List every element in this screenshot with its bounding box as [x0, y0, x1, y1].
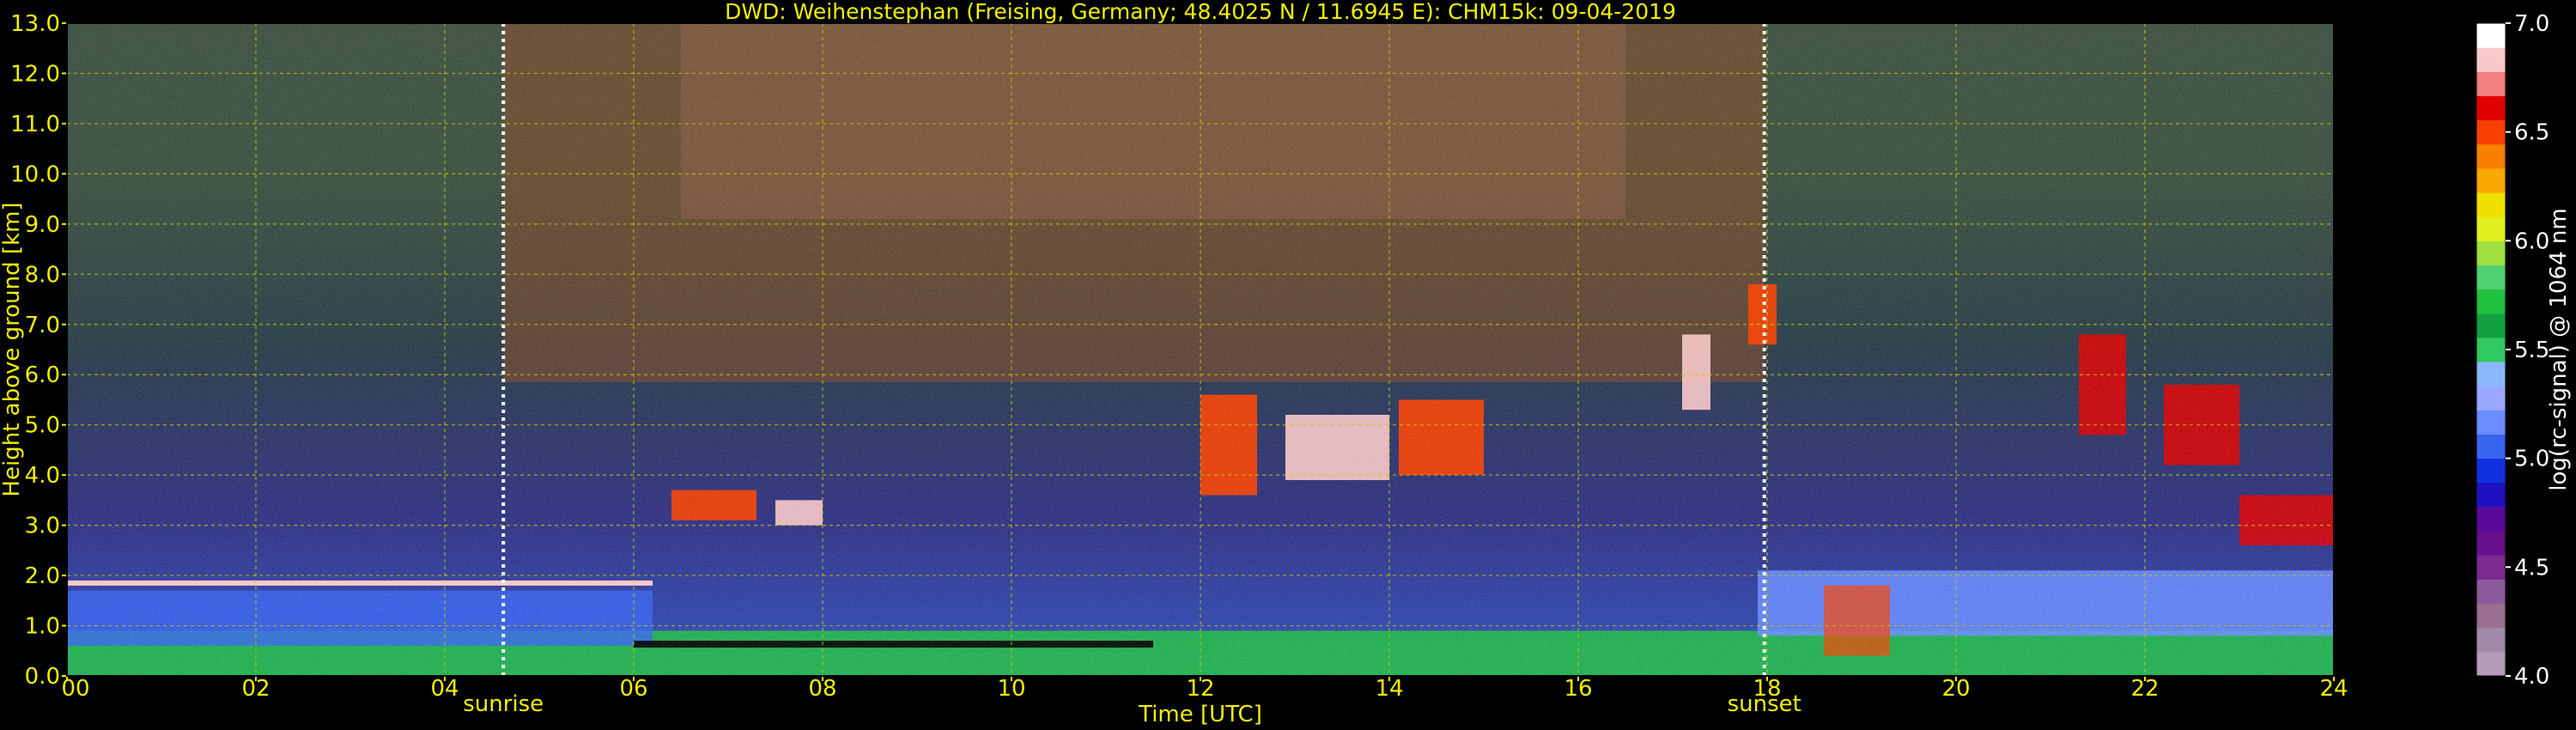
x-axis: 00 02 04 06 08 10 12 14 16 18 20 22 24	[61, 676, 2348, 702]
colorbar-segment	[2476, 216, 2506, 241]
colorbar-segment	[2476, 410, 2506, 435]
sunrise-label: sunrise	[463, 691, 544, 717]
colorbar-segment	[2476, 506, 2506, 532]
y-tick-label: 6.0	[25, 362, 60, 388]
y-axis-label: Height above ground [km]	[0, 202, 25, 496]
y-tick-label: 3.0	[25, 514, 60, 539]
colorbar-segment	[2476, 386, 2506, 411]
x-tick-label: 16	[1564, 676, 1592, 702]
y-tick-label: 7.0	[25, 313, 60, 338]
colorbar-segment	[2476, 95, 2506, 121]
x-tick-label: 24	[2319, 676, 2348, 702]
colorbar-segment	[2476, 23, 2506, 48]
x-tick-label: 02	[241, 676, 270, 702]
colorbar-segment	[2476, 47, 2506, 72]
colorbar-segment	[2476, 627, 2506, 653]
x-tick-label: 08	[808, 676, 836, 702]
colorbar-segment	[2476, 579, 2506, 605]
x-tick-label: 22	[2130, 676, 2159, 702]
colorbar-tick-label: 5.0	[2514, 447, 2549, 472]
colorbar-segment	[2476, 313, 2506, 338]
colorbar-label: log(rc-signal) @ 1064 nm	[2546, 208, 2572, 490]
colorbar-segment	[2476, 143, 2506, 169]
colorbar-ticks: 4.0 4.5 5.0 5.5 6.0 6.5 7.0	[2506, 11, 2549, 690]
lidar-figure: sunrise sunset 00 02 04 06 08 10 12 14 16 18 20 22 24…	[0, 0, 2572, 727]
y-tick-label: 11.0	[10, 112, 60, 137]
x-tick-label: 12	[1186, 676, 1214, 702]
colorbar-segment	[2476, 192, 2506, 217]
x-tick-label: 00	[61, 676, 89, 702]
colorbar-tick-label: 5.5	[2514, 338, 2549, 363]
colorbar-segment	[2476, 362, 2506, 386]
y-tick-label: 12.0	[10, 61, 60, 87]
colorbar-segment	[2476, 434, 2506, 459]
colorbar-tick-label: 4.5	[2514, 555, 2549, 581]
y-tick-label: 10.0	[10, 161, 60, 187]
x-tick-label: 04	[430, 676, 459, 702]
chart-title: DWD: Weihenstephan (Freising, Germany; 4…	[725, 0, 1676, 24]
colorbar-tick-label: 7.0	[2514, 11, 2549, 37]
colorbar-segment	[2476, 119, 2506, 145]
y-tick-label: 8.0	[25, 262, 60, 288]
colorbar-segment	[2476, 167, 2506, 193]
x-tick-label: 18	[1753, 676, 1781, 702]
colorbar-segment	[2476, 482, 2506, 508]
colorbar-segment	[2476, 651, 2506, 677]
colorbar-segment	[2476, 337, 2506, 362]
y-tick-label: 4.0	[25, 463, 60, 489]
colorbar-segment	[2476, 555, 2506, 580]
colorbar-tick-label: 6.5	[2514, 120, 2549, 146]
y-tick-label: 13.0	[10, 11, 60, 37]
x-axis-label: Time [UTC]	[1138, 702, 1262, 727]
colorbar-segment	[2476, 603, 2506, 629]
colorbar-tick-label: 4.0	[2514, 664, 2549, 690]
y-tick-label: 1.0	[25, 614, 60, 640]
x-tick-label: 14	[1375, 676, 1403, 702]
x-tick-label: 10	[997, 676, 1025, 702]
colorbar-segment	[2476, 240, 2506, 265]
colorbar-segment	[2476, 71, 2506, 96]
colorbar-segment	[2476, 289, 2506, 314]
colorbar-segment	[2476, 531, 2506, 556]
y-tick-label: 5.0	[25, 413, 60, 439]
colorbar-tick-label: 6.0	[2514, 228, 2549, 254]
colorbar	[2476, 22, 2506, 677]
x-tick-label: 06	[619, 676, 647, 702]
x-tick-label: 20	[1941, 676, 1970, 702]
colorbar-segment	[2476, 265, 2506, 290]
colorbar-segment	[2476, 458, 2506, 484]
y-tick-label: 2.0	[25, 563, 60, 589]
y-tick-label: 0.0	[25, 664, 60, 690]
y-tick-label: 9.0	[25, 212, 60, 238]
